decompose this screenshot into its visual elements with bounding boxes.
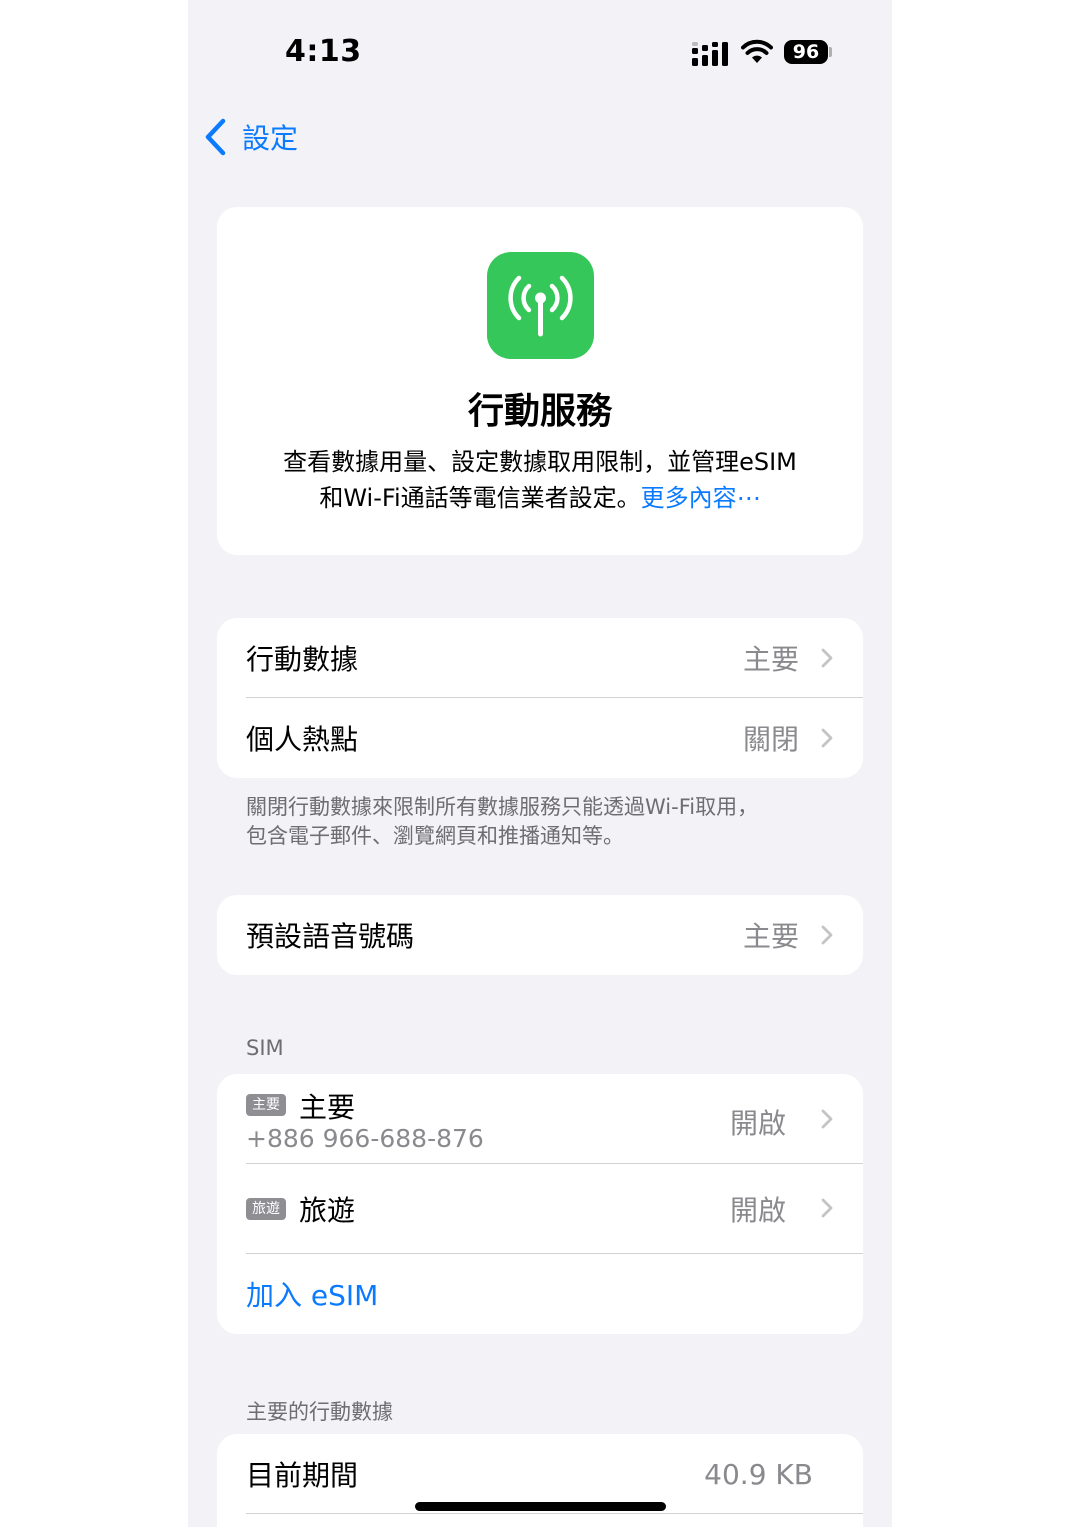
chevron-right-icon [821,1109,833,1129]
sim-status: 開啟 [729,1194,786,1227]
chevron-right-icon [821,1198,833,1218]
row-separator [246,1513,863,1514]
row-value: 主要 [742,643,799,676]
sim-name: 旅遊 [299,1194,356,1227]
usage-group: 目前期間 40.9 KB [217,1434,863,1527]
default-voice-line-row[interactable]: 預設語音號碼 主要 [217,895,863,975]
usage-section-header: 主要的行動數據 [246,1400,393,1424]
sim-badge: 主要 [246,1094,286,1116]
sim-group: 主要 主要 +886 966-688-876 開啟 旅遊 旅遊 開啟 加入 eS… [217,1074,863,1334]
hero-card: 行動服務 查看數據用量、設定數據取用限制，並管理eSIM 和Wi-Fi通話等電信… [217,207,863,555]
cellular-footnote: 關閉行動數據來限制所有數據服務只能透過Wi-Fi取用， 包含電子郵件、瀏覽網頁和… [246,793,846,851]
sim-badge: 旅遊 [246,1198,286,1220]
sim-status: 開啟 [729,1107,786,1140]
home-indicator[interactable] [415,1502,666,1511]
row-label: 預設語音號碼 [246,920,415,953]
battery-level: 96 [792,41,820,63]
back-button[interactable]: 設定 [202,114,298,160]
row-value: 主要 [742,920,799,953]
back-label: 設定 [242,122,299,155]
chevron-left-icon [205,118,226,156]
personal-hotspot-row[interactable]: 個人熱點 關閉 [217,698,863,778]
status-bar: 4:13 96 [188,0,892,100]
antenna-icon [508,275,573,337]
status-time: 4:13 [285,34,362,69]
sim-section-header: SIM [246,1036,284,1060]
more-info-link[interactable]: 更多內容⋯ [641,484,761,512]
sim-name: 主要 [299,1091,356,1124]
phone-screen: 4:13 96 設定 行動服務 查看數據用量、設定數據取用限制，並管理eSIM … [188,0,892,1527]
row-value: 40.9 KB [704,1457,813,1491]
sim-primary-row[interactable]: 主要 主要 +886 966-688-876 開啟 [217,1074,863,1164]
hero-description-line2: 和Wi-Fi通話等電信業者設定。 [319,484,641,512]
footnote-line1: 關閉行動數據來限制所有數據服務只能透過Wi-Fi取用， [246,795,759,819]
row-label: 行動數據 [246,643,359,676]
cellular-settings-group: 行動數據 主要 個人熱點 關閉 [217,618,863,778]
chevron-right-icon [821,925,833,945]
row-label: 個人熱點 [246,723,359,756]
add-esim-button[interactable]: 加入 eSIM [217,1254,863,1334]
row-label: 目前期間 [246,1459,359,1492]
chevron-right-icon [821,728,833,748]
voice-group: 預設語音號碼 主要 [217,895,863,975]
sim-number: +886 966-688-876 [246,1124,484,1153]
wifi-icon [741,39,773,63]
sim-travel-row[interactable]: 旅遊 旅遊 開啟 [217,1164,863,1254]
hero-description: 查看數據用量、設定數據取用限制，並管理eSIM 和Wi-Fi通話等電信業者設定。… [247,444,833,516]
hero-description-line1: 查看數據用量、設定數據取用限制，並管理eSIM [283,448,797,476]
battery-icon: 96 [784,40,828,64]
row-value: 關閉 [742,723,799,756]
footnote-line2: 包含電子郵件、瀏覽網頁和推播通知等。 [246,824,624,848]
cellular-data-row[interactable]: 行動數據 主要 [217,618,863,698]
battery-tip [829,47,832,57]
cellular-signal-icon [692,42,728,66]
navigation-bar: 設定 [188,110,892,164]
chevron-right-icon [821,648,833,668]
page-title: 行動服務 [467,391,612,432]
cellular-app-icon [487,252,594,359]
